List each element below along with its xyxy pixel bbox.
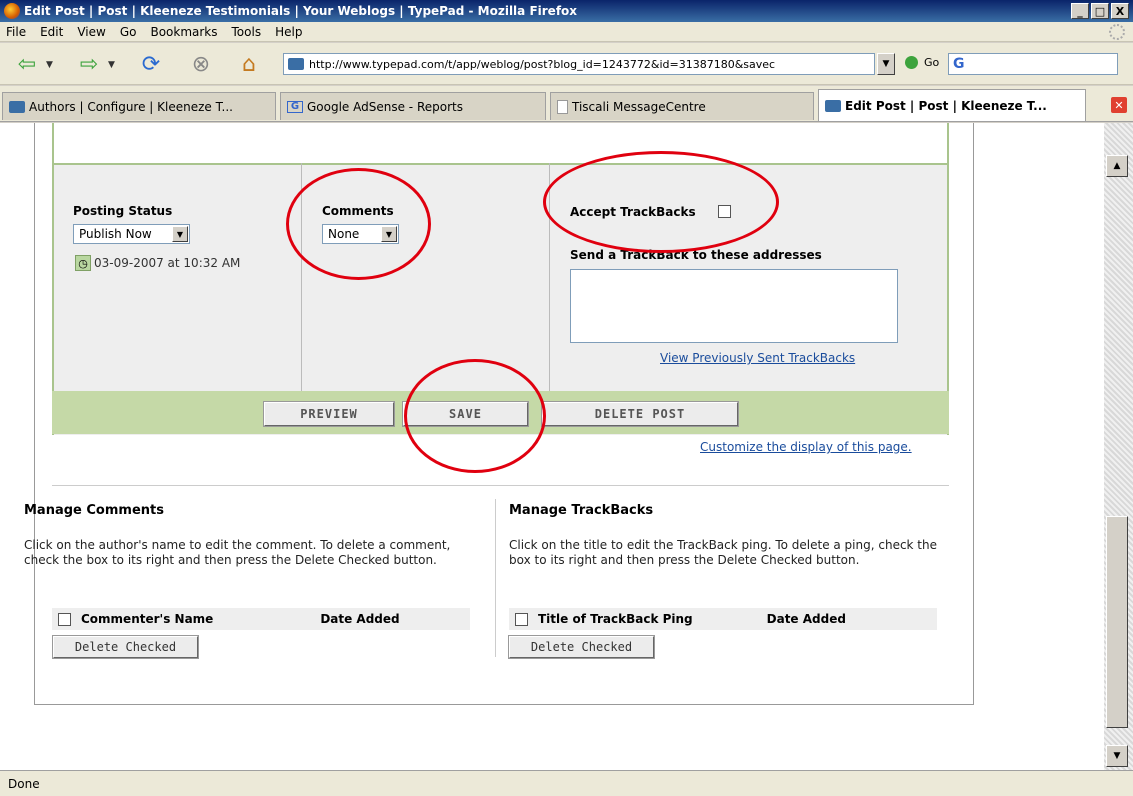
go-icon — [905, 56, 918, 69]
comments-date-column[interactable]: Date Added — [320, 612, 399, 626]
posting-status-label: Posting Status — [73, 204, 173, 218]
preview-button[interactable]: PREVIEW — [263, 401, 395, 427]
tab-label: Tiscali MessageCentre — [572, 99, 706, 114]
address-url: http://www.typepad.com/t/app/weblog/post… — [309, 57, 776, 71]
forward-arrow-icon[interactable]: ⇨ — [76, 51, 102, 77]
tab-label: Edit Post | Post | Kleeneze T... — [845, 98, 1047, 113]
select-all-comments-checkbox[interactable] — [58, 612, 71, 626]
scroll-down-icon[interactable]: ▼ — [1106, 745, 1128, 767]
menu-view[interactable]: View — [77, 25, 105, 39]
column-divider — [301, 163, 302, 391]
vertical-scrollbar[interactable]: ▲ ▼ — [1104, 123, 1133, 770]
delete-post-button[interactable]: DELETE POST — [541, 401, 739, 427]
trackbacks-date-column[interactable]: Date Added — [767, 612, 846, 626]
window-title: Edit Post | Post | Kleeneze Testimonials… — [24, 4, 578, 18]
firefox-logo-icon — [4, 3, 20, 19]
post-timestamp: 03-09-2007 at 10:32 AM — [94, 256, 241, 270]
delete-checked-comments-button[interactable]: Delete Checked — [52, 635, 199, 659]
tab-google-adsense[interactable]: G Google AdSense - Reports — [280, 92, 546, 120]
reload-icon[interactable]: ⟳ — [138, 51, 164, 77]
posting-status-select[interactable]: Publish Now ▼ — [73, 224, 190, 244]
tab-bar: Authors | Configure | Kleeneze T... G Go… — [0, 86, 1133, 122]
status-text: Done — [8, 776, 40, 791]
go-button[interactable]: Go — [905, 56, 939, 69]
select-all-trackbacks-checkbox[interactable] — [515, 612, 528, 626]
window-titlebar: Edit Post | Post | Kleeneze Testimonials… — [0, 0, 1133, 22]
menu-file[interactable]: File — [6, 25, 26, 39]
scroll-up-icon[interactable]: ▲ — [1106, 155, 1128, 177]
menu-bar: File Edit View Go Bookmarks Tools Help — [0, 22, 1133, 42]
customize-display-link[interactable]: Customize the display of this page. — [700, 440, 912, 454]
site-favicon-icon — [288, 58, 304, 70]
menu-tools[interactable]: Tools — [232, 25, 262, 39]
save-button[interactable]: SAVE — [402, 401, 529, 427]
editor-panel-top — [52, 123, 949, 165]
send-trackback-label: Send a TrackBack to these addresses — [570, 248, 822, 262]
navigation-toolbar: ⇦ ▼ ⇨ ▼ ⟳ ⊗ ⌂ http://www.typepad.com/t/a… — [0, 43, 1133, 85]
forward-history-dropdown-icon[interactable]: ▼ — [108, 60, 115, 70]
trackback-addresses-input[interactable] — [570, 269, 898, 343]
posting-status-value: Publish Now — [79, 227, 152, 241]
section-divider — [52, 485, 949, 486]
clock-icon[interactable]: ◷ — [75, 255, 91, 271]
google-search-icon: G — [953, 56, 965, 72]
close-button[interactable]: X — [1111, 3, 1129, 19]
tab-label: Authors | Configure | Kleeneze T... — [29, 99, 233, 114]
go-label: Go — [924, 56, 940, 69]
tab-edit-post[interactable]: Edit Post | Post | Kleeneze T... — [818, 89, 1086, 121]
tab-tiscali[interactable]: Tiscali MessageCentre — [550, 92, 814, 120]
typepad-tab-icon — [9, 100, 25, 113]
trackback-title-column[interactable]: Title of TrackBack Ping — [538, 612, 693, 626]
comments-table-header: Commenter's Name Date Added — [52, 608, 470, 630]
google-tab-icon: G — [287, 100, 303, 113]
menu-bookmarks[interactable]: Bookmarks — [150, 25, 217, 39]
manage-trackbacks-help: Click on the title to edit the TrackBack… — [509, 538, 938, 567]
typepad-tab-icon — [825, 99, 841, 112]
comments-label: Comments — [322, 204, 394, 218]
menu-help[interactable]: Help — [275, 25, 302, 39]
search-input[interactable]: G — [948, 53, 1118, 75]
back-arrow-icon[interactable]: ⇦ — [14, 51, 40, 77]
status-bar: Done — [0, 770, 1133, 796]
stop-icon[interactable]: ⊗ — [188, 51, 214, 77]
accept-trackbacks-checkbox[interactable] — [718, 205, 731, 218]
page-tab-icon — [557, 99, 568, 114]
column-divider — [495, 499, 496, 657]
manage-comments-heading: Manage Comments — [24, 503, 164, 518]
throbber-icon — [1109, 24, 1125, 40]
minimize-button[interactable]: _ — [1071, 3, 1089, 19]
tab-authors-configure[interactable]: Authors | Configure | Kleeneze T... — [2, 92, 276, 120]
address-dropdown-icon[interactable]: ▼ — [877, 53, 895, 75]
close-tab-icon[interactable]: ✕ — [1111, 97, 1127, 113]
chevron-down-icon: ▼ — [172, 226, 188, 242]
scrollbar-thumb[interactable] — [1106, 516, 1128, 728]
manage-comments-help: Click on the author's name to edit the c… — [24, 538, 451, 567]
chevron-down-icon: ▼ — [381, 226, 397, 242]
menu-go[interactable]: Go — [120, 25, 137, 39]
trackbacks-table-header: Title of TrackBack Ping Date Added — [509, 608, 937, 630]
home-icon[interactable]: ⌂ — [236, 51, 262, 77]
tab-label: Google AdSense - Reports — [307, 99, 463, 114]
column-divider — [549, 163, 550, 391]
address-bar[interactable]: http://www.typepad.com/t/app/weblog/post… — [283, 53, 875, 75]
window-controls: _ □ X — [1071, 3, 1129, 19]
comments-value: None — [328, 227, 360, 241]
commenter-name-column[interactable]: Commenter's Name — [81, 612, 213, 626]
manage-trackbacks-heading: Manage TrackBacks — [509, 503, 654, 518]
page-content: Posting Status Publish Now ▼ ◷ 03-09-200… — [0, 123, 1104, 770]
comments-select[interactable]: None ▼ — [322, 224, 399, 244]
maximize-button[interactable]: □ — [1091, 3, 1109, 19]
accept-trackbacks-label: Accept TrackBacks — [570, 205, 696, 219]
menu-edit[interactable]: Edit — [40, 25, 63, 39]
delete-checked-trackbacks-button[interactable]: Delete Checked — [508, 635, 655, 659]
back-history-dropdown-icon[interactable]: ▼ — [46, 60, 53, 70]
view-sent-trackbacks-link[interactable]: View Previously Sent TrackBacks — [660, 351, 855, 365]
